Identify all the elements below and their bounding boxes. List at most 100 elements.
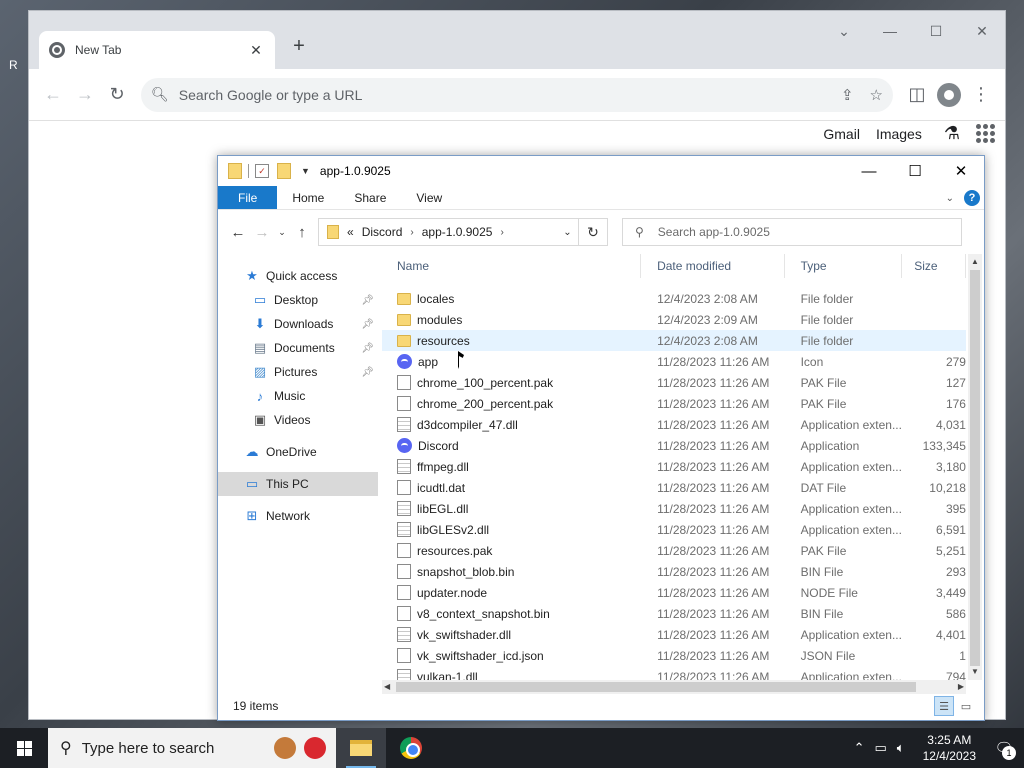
pin-icon[interactable]: 📌︎ [361, 343, 374, 354]
sidebar-item-desktop[interactable]: ▭ Desktop 📌︎ [218, 288, 378, 312]
share-icon[interactable]: ⇪ [841, 86, 854, 104]
minimize-icon[interactable]: — [867, 23, 913, 40]
table-row[interactable]: locales 12/4/2023 2:08 AM File folder [382, 288, 966, 309]
table-row[interactable]: app 11/28/2023 11:26 AM Icon 279 [382, 351, 966, 372]
apps-grid-icon[interactable] [976, 124, 995, 143]
table-row[interactable]: v8_context_snapshot.bin 11/28/2023 11:26 … [382, 603, 966, 624]
column-date-modified[interactable]: Date modified [641, 254, 785, 278]
large-icons-view-icon[interactable]: ▭ [956, 696, 976, 716]
pin-icon[interactable]: 📌︎ [361, 367, 374, 378]
table-row[interactable]: resources 12/4/2023 2:08 AM File folder [382, 330, 966, 351]
gmail-link[interactable]: Gmail [823, 126, 860, 142]
address-dropdown-icon[interactable]: ⌄ [557, 219, 579, 245]
chrome-tab-new-tab[interactable]: New Tab ✕ [39, 31, 275, 69]
taskbar-search-input[interactable]: ⚲ Type here to search [48, 728, 336, 768]
chevron-right-icon[interactable]: › [410, 227, 413, 238]
address-bar[interactable]: « Discord › app-1.0.9025 › ⌄ ↻ [318, 218, 608, 246]
taskbar-chrome[interactable] [386, 728, 436, 768]
vertical-scrollbar[interactable]: ▲ ▼ [968, 254, 982, 680]
tab-file[interactable]: File [218, 186, 278, 209]
sidebar-item-onedrive[interactable]: ☁ OneDrive [218, 440, 378, 464]
table-row[interactable]: vk_swiftshader.dll 11/28/2023 11:26 AM App… [382, 624, 966, 645]
notification-center-icon[interactable]: 🗨︎ 1 [984, 728, 1024, 768]
windows-start-icon[interactable] [0, 728, 48, 768]
volume-muted-icon[interactable]: 🔈︎ [897, 740, 905, 756]
reload-icon[interactable]: ↻ [101, 79, 133, 111]
recent-locations-chevron-icon[interactable]: ⌄ [274, 227, 290, 238]
quick-access-dropdown-icon[interactable]: ▼ [301, 166, 310, 176]
search-highlight-icon[interactable] [266, 737, 326, 759]
clock[interactable]: 3:25 AM 12/4/2023 [923, 732, 976, 764]
table-row[interactable]: icudtl.dat 11/28/2023 11:26 AM DAT File 10,… [382, 477, 966, 498]
sidebar-item-pictures[interactable]: ▨ Pictures 📌︎ [218, 360, 378, 384]
table-row[interactable]: libGLESv2.dll 11/28/2023 11:26 AM Applicat… [382, 519, 966, 540]
profile-avatar[interactable] [933, 79, 965, 111]
breadcrumb-overflow[interactable]: « [347, 225, 354, 239]
search-input[interactable]: ⚲ Search app-1.0.9025 [622, 218, 962, 246]
menu-kebab-icon[interactable]: ⋮ [965, 79, 997, 111]
tab-share[interactable]: Share [339, 186, 401, 209]
tab-search-chevron-icon[interactable]: ⌄ [821, 23, 867, 40]
sidebar-item-downloads[interactable]: ⬇ Downloads 📌︎ [218, 312, 378, 336]
bookmark-star-icon[interactable]: ☆ [870, 86, 883, 104]
table-row[interactable]: resources.pak 11/28/2023 11:26 AM PAK File… [382, 540, 966, 561]
details-view-icon[interactable]: ☰ [934, 696, 954, 716]
labs-flask-icon[interactable]: ⚗ [944, 123, 960, 144]
sidebar-item-documents[interactable]: ▤ Documents 📌︎ [218, 336, 378, 360]
tab-view[interactable]: View [401, 186, 457, 209]
up-arrow-icon[interactable]: ↑ [290, 224, 314, 241]
table-row[interactable]: libEGL.dll 11/28/2023 11:26 AM Application… [382, 498, 966, 519]
minimize-icon[interactable]: — [846, 156, 892, 186]
new-folder-icon[interactable] [277, 163, 291, 179]
sidebar-item-quick-access[interactable]: ★ Quick access [218, 264, 378, 288]
side-panel-icon[interactable]: ◫ [901, 79, 933, 111]
tab-close-icon[interactable]: ✕ [247, 42, 265, 59]
expand-ribbon-chevron-icon[interactable]: ⌄ [946, 193, 954, 204]
table-row[interactable]: modules 12/4/2023 2:09 AM File folder [382, 309, 966, 330]
pin-icon[interactable]: 📌︎ [361, 295, 374, 306]
tab-home[interactable]: Home [277, 186, 339, 209]
table-row[interactable]: d3dcompiler_47.dll 11/28/2023 11:26 AM App… [382, 414, 966, 435]
back-arrow-icon[interactable]: ← [37, 79, 69, 111]
chrome-toolbar: ← → ↻ 🔍︎ Search Google or type a URL ⇪ ☆… [29, 69, 1005, 121]
table-row[interactable]: chrome_200_percent.pak 11/28/2023 11:26 A… [382, 393, 966, 414]
table-row[interactable]: ffmpeg.dll 11/28/2023 11:26 AM Application… [382, 456, 966, 477]
scroll-thumb[interactable] [970, 270, 980, 666]
breadcrumb-discord[interactable]: Discord [362, 225, 403, 239]
column-name[interactable]: Name [382, 254, 642, 278]
table-row[interactable]: Discord 11/28/2023 11:26 AM Application 133… [382, 435, 966, 456]
close-icon[interactable]: ✕ [938, 156, 984, 186]
maximize-icon[interactable]: ☐ [892, 156, 938, 186]
column-size[interactable]: Size [902, 254, 966, 278]
scroll-thumb[interactable] [396, 682, 916, 692]
close-icon[interactable]: ✕ [959, 23, 1005, 40]
taskbar-file-explorer[interactable] [336, 728, 386, 768]
sidebar-item-videos[interactable]: ▣ Videos [218, 408, 378, 432]
column-type[interactable]: Type [785, 254, 903, 278]
table-row[interactable]: updater.node 11/28/2023 11:26 AM NODE File… [382, 582, 966, 603]
table-row[interactable]: vk_swiftshader_icd.json 11/28/2023 11:26 … [382, 645, 966, 666]
table-row[interactable]: chrome_100_percent.pak 11/28/2023 11:26 A… [382, 372, 966, 393]
show-hidden-icons-chevron-icon[interactable]: ⌃ [854, 740, 865, 756]
table-row[interactable]: snapshot_blob.bin 11/28/2023 11:26 AM BIN … [382, 561, 966, 582]
back-arrow-icon[interactable]: ← [226, 224, 250, 241]
scroll-down-icon[interactable]: ▼ [968, 664, 982, 680]
omnibox[interactable]: 🔍︎ Search Google or type a URL ⇪ ☆ [141, 77, 893, 112]
scroll-up-icon[interactable]: ▲ [968, 254, 982, 270]
sidebar-item-network[interactable]: ⊞ Network [218, 504, 378, 528]
new-tab-button[interactable]: + [287, 35, 311, 58]
forward-arrow-icon[interactable]: → [250, 224, 274, 241]
forward-arrow-icon[interactable]: → [69, 79, 101, 111]
maximize-icon[interactable]: ☐ [913, 23, 959, 40]
images-link[interactable]: Images [876, 126, 922, 142]
breadcrumb-app[interactable]: app-1.0.9025 [422, 225, 493, 239]
table-row[interactable]: vulkan-1.dll 11/28/2023 11:26 AM Applicati… [382, 666, 966, 680]
help-icon[interactable]: ? [964, 190, 980, 206]
sidebar-item-music[interactable]: ♪ Music [218, 384, 378, 408]
pin-icon[interactable]: 📌︎ [361, 319, 374, 330]
network-icon[interactable]: ▭ [875, 740, 887, 756]
properties-icon[interactable]: ✓ [255, 164, 269, 178]
refresh-icon[interactable]: ↻ [579, 224, 607, 241]
chevron-right-icon[interactable]: › [500, 227, 503, 238]
sidebar-item-this-pc[interactable]: ▭ This PC [218, 472, 378, 496]
